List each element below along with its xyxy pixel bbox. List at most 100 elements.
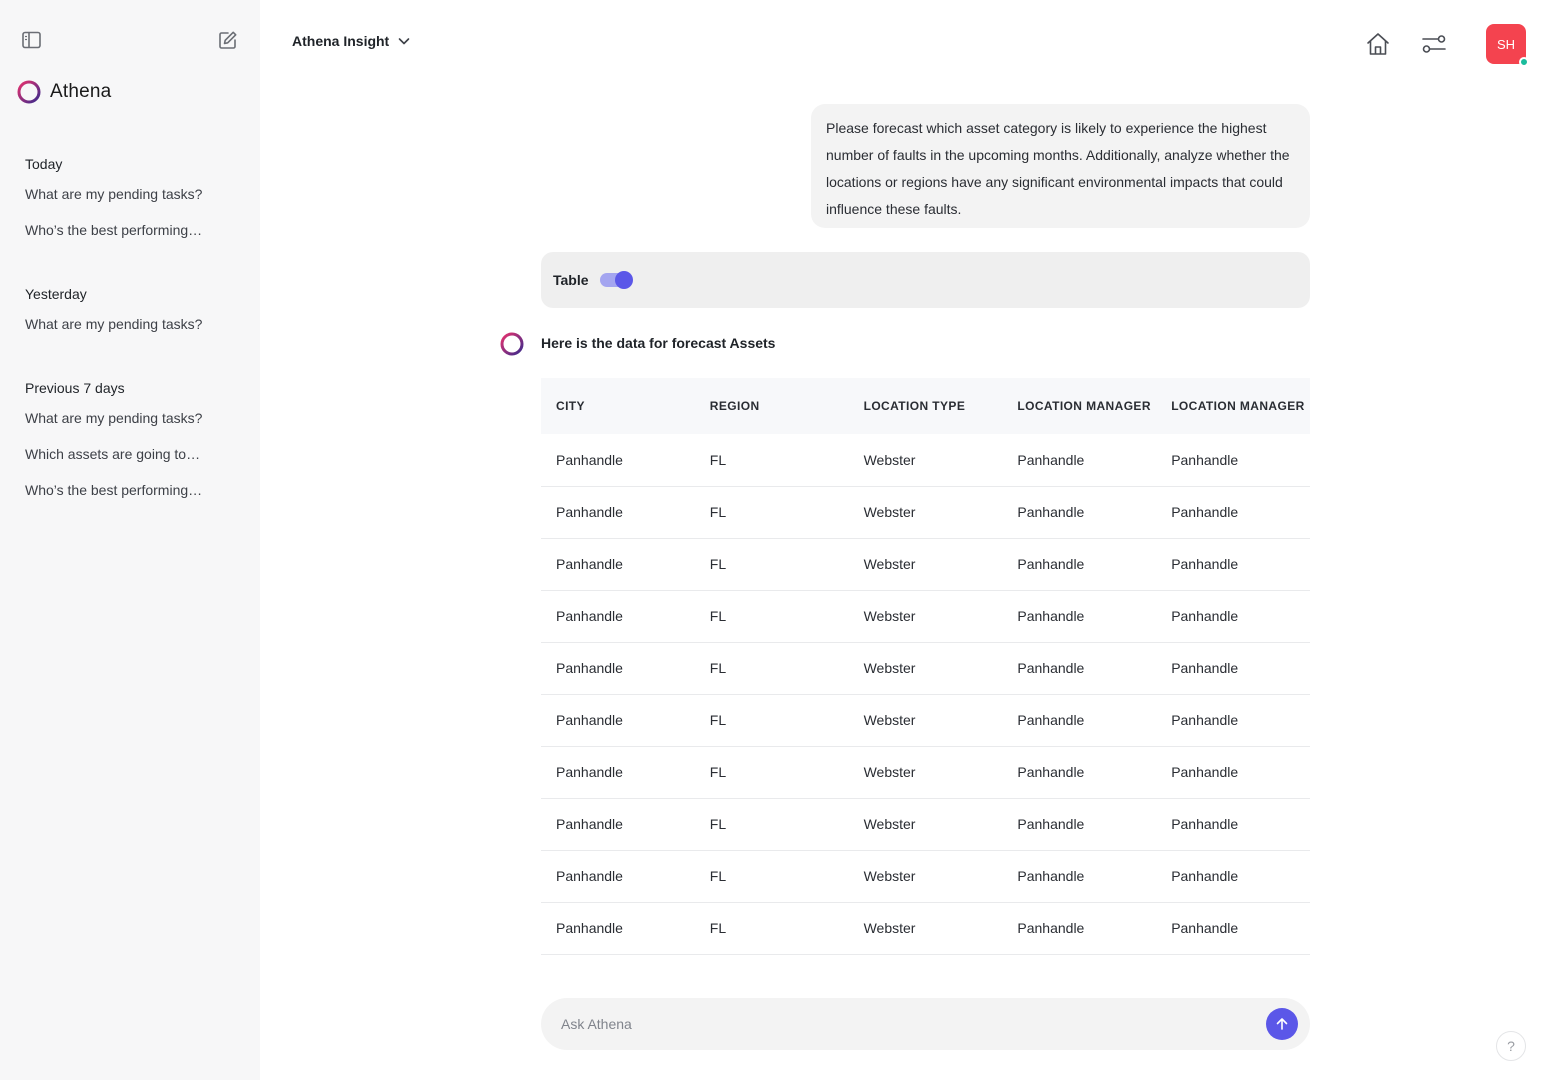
section-title: Yesterday <box>25 286 87 302</box>
column-header: REGION <box>694 378 849 434</box>
table-cell: Panhandle <box>541 590 695 643</box>
table-cell: Webster <box>848 590 1003 643</box>
history-section-today: Today What are my pending tasks? Who’s t… <box>25 152 202 248</box>
history-item[interactable]: What are my pending tasks? <box>25 306 202 342</box>
table-cell: Panhandle <box>541 850 695 903</box>
history-section-previous-7-days: Previous 7 days What are my pending task… <box>25 376 202 508</box>
send-button[interactable] <box>1266 1008 1298 1040</box>
table-cell: Panhandle <box>1002 694 1157 747</box>
table-row: Panhandle FL Webster Panhandle Panhandle <box>541 434 1310 487</box>
table-cell: Webster <box>848 850 1003 903</box>
table-cell: Panhandle <box>1002 746 1157 799</box>
table-cell: Panhandle <box>1002 850 1157 903</box>
table-row: Panhandle FL Webster Panhandle Panhandle <box>541 538 1310 591</box>
table-cell: Panhandle <box>1002 590 1157 643</box>
table-cell: Webster <box>848 798 1003 851</box>
user-message: Please forecast which asset category is … <box>811 104 1310 228</box>
model-name: Athena Insight <box>292 33 390 49</box>
table-cell: FL <box>694 434 849 487</box>
table-cell: Panhandle <box>541 694 695 747</box>
history-item[interactable]: What are my pending tasks? <box>25 400 202 436</box>
forecast-assets-table: CITY REGION LOCATION TYPE LOCATION MANAG… <box>541 378 1310 955</box>
table-cell: FL <box>694 590 849 643</box>
table-cell: Webster <box>848 486 1003 539</box>
table-cell: Panhandle <box>1002 538 1157 591</box>
brand: Athena <box>16 79 111 105</box>
table-cell: Webster <box>848 902 1003 955</box>
ask-input[interactable] <box>561 998 1241 1050</box>
help-button[interactable]: ? <box>1496 1031 1526 1061</box>
history-item[interactable]: Who’s the best performing… <box>25 472 202 508</box>
table-cell: Webster <box>848 694 1003 747</box>
table-cell: Panhandle <box>1156 798 1310 851</box>
column-header: LOCATION MANAGER <box>1156 378 1310 434</box>
history-item[interactable]: Which assets are going to… <box>25 436 202 472</box>
avatar-initials: SH <box>1496 36 1516 52</box>
table-cell: Panhandle <box>541 434 695 487</box>
table-cell: Panhandle <box>1002 486 1157 539</box>
table-cell: FL <box>694 850 849 903</box>
table-cell: Panhandle <box>1002 798 1157 851</box>
table-cell: Panhandle <box>541 902 695 955</box>
table-cell: Panhandle <box>1156 746 1310 799</box>
table-cell: Panhandle <box>1156 694 1310 747</box>
table-cell: FL <box>694 486 849 539</box>
table-toggle-label: Table <box>553 272 589 288</box>
table-cell: Webster <box>848 642 1003 695</box>
avatar[interactable]: SH <box>1486 24 1529 67</box>
history-section-yesterday: Yesterday What are my pending tasks? <box>25 282 202 342</box>
home-icon[interactable] <box>1364 30 1392 58</box>
table-cell: Panhandle <box>1002 902 1157 955</box>
table-cell: Panhandle <box>1002 434 1157 487</box>
table-cell: FL <box>694 642 849 695</box>
table-cell: Panhandle <box>1156 434 1310 487</box>
table-cell: FL <box>694 694 849 747</box>
table-cell: Panhandle <box>1156 590 1310 643</box>
table-row: Panhandle FL Webster Panhandle Panhandle <box>541 850 1310 903</box>
table-cell: Panhandle <box>1156 850 1310 903</box>
table-row: Panhandle FL Webster Panhandle Panhandle <box>541 746 1310 799</box>
table-cell: Panhandle <box>541 746 695 799</box>
view-toggle-bar: Table <box>541 252 1310 308</box>
table-cell: Panhandle <box>541 642 695 695</box>
table-cell: Panhandle <box>541 538 695 591</box>
table-cell: FL <box>694 538 849 591</box>
table-row: Panhandle FL Webster Panhandle Panhandle <box>541 694 1310 747</box>
table-cell: FL <box>694 902 849 955</box>
table-cell: FL <box>694 798 849 851</box>
table-cell: Panhandle <box>1156 486 1310 539</box>
table-cell: Webster <box>848 434 1003 487</box>
sidebar-toggle-icon[interactable] <box>22 31 42 49</box>
table-header-row: CITY REGION LOCATION TYPE LOCATION MANAG… <box>541 378 1310 434</box>
table-toggle-switch[interactable] <box>599 271 633 289</box>
ask-bar <box>541 998 1310 1050</box>
table-cell: Webster <box>848 746 1003 799</box>
history-item[interactable]: Who’s the best performing… <box>25 212 202 248</box>
column-header: LOCATION MANAGER <box>1002 378 1157 434</box>
athena-logo-icon <box>17 80 41 104</box>
bot-reply-text: Here is the data for forecast Assets <box>541 335 776 351</box>
table-row: Panhandle FL Webster Panhandle Panhandle <box>541 798 1310 851</box>
arrow-up-icon <box>1276 1018 1288 1030</box>
table-row: Panhandle FL Webster Panhandle Panhandle <box>541 902 1310 955</box>
history-item[interactable]: What are my pending tasks? <box>25 176 202 212</box>
table-cell: FL <box>694 746 849 799</box>
table-cell: Panhandle <box>1002 642 1157 695</box>
table-cell: Panhandle <box>541 798 695 851</box>
section-title: Today <box>25 156 63 172</box>
table-row: Panhandle FL Webster Panhandle Panhandle <box>541 486 1310 539</box>
table-cell: Webster <box>848 538 1003 591</box>
online-status-dot <box>1519 57 1529 67</box>
toggle-knob <box>614 271 633 289</box>
model-selector[interactable]: Athena Insight <box>292 33 411 49</box>
athena-bot-icon <box>500 332 524 356</box>
table-row: Panhandle FL Webster Panhandle Panhandle <box>541 590 1310 643</box>
new-chat-icon[interactable] <box>217 30 238 51</box>
table-cell: Panhandle <box>1156 642 1310 695</box>
column-header: CITY <box>541 378 695 434</box>
column-header: LOCATION TYPE <box>848 378 1003 434</box>
chevron-down-icon <box>398 38 410 45</box>
table-cell: Panhandle <box>541 486 695 539</box>
settings-sliders-icon[interactable] <box>1420 30 1448 58</box>
table-row: Panhandle FL Webster Panhandle Panhandle <box>541 642 1310 695</box>
